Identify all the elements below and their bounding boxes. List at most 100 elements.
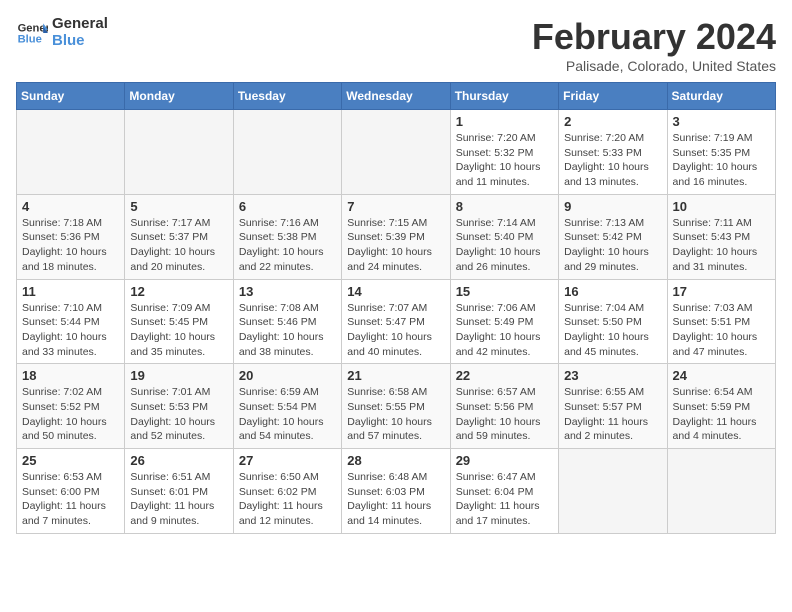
calendar-cell (667, 449, 775, 534)
day-info: Sunrise: 7:11 AM Sunset: 5:43 PM Dayligh… (673, 216, 770, 275)
calendar-cell: 28 Sunrise: 6:48 AM Sunset: 6:03 PM Dayli… (342, 449, 450, 534)
day-number: 23 (564, 368, 661, 383)
calendar-cell: 22 Sunrise: 6:57 AM Sunset: 5:56 PM Dayli… (450, 364, 558, 449)
calendar-cell: 27Sunrise: 6:50 AM Sunset: 6:02 PM Dayli… (233, 449, 341, 534)
calendar-cell: 11 Sunrise: 7:10 AM Sunset: 5:44 PM Dayli… (17, 279, 125, 364)
day-number: 14 (347, 284, 444, 299)
day-info: Sunrise: 6:55 AM Sunset: 5:57 PM Dayligh… (564, 385, 661, 444)
day-info: Sunrise: 6:47 AM Sunset: 6:04 PM Dayligh… (456, 470, 553, 529)
logo-blue: Blue (52, 33, 108, 50)
calendar-cell: 19Sunrise: 7:01 AM Sunset: 5:53 PM Dayli… (125, 364, 233, 449)
day-number: 10 (673, 199, 770, 214)
week-row-5: 25 Sunrise: 6:53 AM Sunset: 6:00 PM Dayli… (17, 449, 776, 534)
calendar-cell: 14 Sunrise: 7:07 AM Sunset: 5:47 PM Dayli… (342, 279, 450, 364)
day-info: Sunrise: 7:01 AM Sunset: 5:53 PM Dayligh… (130, 385, 227, 444)
weekday-header-wednesday: Wednesday (342, 83, 450, 110)
logo: General Blue General Blue (16, 16, 108, 49)
calendar-cell: 3 Sunrise: 7:19 AM Sunset: 5:35 PM Daylig… (667, 110, 775, 195)
day-number: 21 (347, 368, 444, 383)
calendar-cell: 2Sunrise: 7:20 AM Sunset: 5:33 PM Daylig… (559, 110, 667, 195)
day-info: Sunrise: 6:51 AM Sunset: 6:01 PM Dayligh… (130, 470, 227, 529)
calendar-cell: 12Sunrise: 7:09 AM Sunset: 5:45 PM Dayli… (125, 279, 233, 364)
calendar-cell: 4Sunrise: 7:18 AM Sunset: 5:36 PM Daylig… (17, 194, 125, 279)
weekday-header-sunday: Sunday (17, 83, 125, 110)
week-row-3: 11 Sunrise: 7:10 AM Sunset: 5:44 PM Dayli… (17, 279, 776, 364)
day-info: Sunrise: 7:13 AM Sunset: 5:42 PM Dayligh… (564, 216, 661, 275)
day-info: Sunrise: 7:15 AM Sunset: 5:39 PM Dayligh… (347, 216, 444, 275)
day-info: Sunrise: 6:48 AM Sunset: 6:03 PM Dayligh… (347, 470, 444, 529)
calendar-cell: 24 Sunrise: 6:54 AM Sunset: 5:59 PM Dayli… (667, 364, 775, 449)
day-info: Sunrise: 7:20 AM Sunset: 5:32 PM Dayligh… (456, 131, 553, 190)
title-area: February 2024 Palisade, Colorado, United… (532, 16, 776, 74)
day-number: 7 (347, 199, 444, 214)
calendar-cell: 10 Sunrise: 7:11 AM Sunset: 5:43 PM Dayli… (667, 194, 775, 279)
calendar-cell: 5 Sunrise: 7:17 AM Sunset: 5:37 PM Daylig… (125, 194, 233, 279)
day-number: 11 (22, 284, 119, 299)
day-number: 26 (130, 453, 227, 468)
day-info: Sunrise: 7:07 AM Sunset: 5:47 PM Dayligh… (347, 301, 444, 360)
day-info: Sunrise: 7:17 AM Sunset: 5:37 PM Dayligh… (130, 216, 227, 275)
day-info: Sunrise: 7:04 AM Sunset: 5:50 PM Dayligh… (564, 301, 661, 360)
day-number: 1 (456, 114, 553, 129)
day-number: 25 (22, 453, 119, 468)
day-number: 24 (673, 368, 770, 383)
day-number: 18 (22, 368, 119, 383)
day-number: 9 (564, 199, 661, 214)
calendar-cell: 8 Sunrise: 7:14 AM Sunset: 5:40 PM Daylig… (450, 194, 558, 279)
day-info: Sunrise: 6:53 AM Sunset: 6:00 PM Dayligh… (22, 470, 119, 529)
day-info: Sunrise: 7:20 AM Sunset: 5:33 PM Dayligh… (564, 131, 661, 190)
calendar-cell (342, 110, 450, 195)
day-number: 29 (456, 453, 553, 468)
calendar-cell: 25 Sunrise: 6:53 AM Sunset: 6:00 PM Dayli… (17, 449, 125, 534)
day-info: Sunrise: 6:54 AM Sunset: 5:59 PM Dayligh… (673, 385, 770, 444)
day-info: Sunrise: 7:03 AM Sunset: 5:51 PM Dayligh… (673, 301, 770, 360)
day-info: Sunrise: 6:57 AM Sunset: 5:56 PM Dayligh… (456, 385, 553, 444)
day-number: 13 (239, 284, 336, 299)
weekday-header-friday: Friday (559, 83, 667, 110)
calendar-table: SundayMondayTuesdayWednesdayThursdayFrid… (16, 82, 776, 534)
day-number: 15 (456, 284, 553, 299)
day-info: Sunrise: 7:10 AM Sunset: 5:44 PM Dayligh… (22, 301, 119, 360)
calendar-cell: 21 Sunrise: 6:58 AM Sunset: 5:55 PM Dayli… (342, 364, 450, 449)
day-number: 8 (456, 199, 553, 214)
calendar-cell: 13Sunrise: 7:08 AM Sunset: 5:46 PM Dayli… (233, 279, 341, 364)
calendar-cell: 9 Sunrise: 7:13 AM Sunset: 5:42 PM Daylig… (559, 194, 667, 279)
calendar-cell (17, 110, 125, 195)
weekday-header-thursday: Thursday (450, 83, 558, 110)
day-info: Sunrise: 7:02 AM Sunset: 5:52 PM Dayligh… (22, 385, 119, 444)
svg-text:Blue: Blue (18, 33, 42, 45)
day-number: 16 (564, 284, 661, 299)
calendar-cell: 7 Sunrise: 7:15 AM Sunset: 5:39 PM Daylig… (342, 194, 450, 279)
day-info: Sunrise: 6:58 AM Sunset: 5:55 PM Dayligh… (347, 385, 444, 444)
day-number: 17 (673, 284, 770, 299)
day-info: Sunrise: 7:09 AM Sunset: 5:45 PM Dayligh… (130, 301, 227, 360)
day-number: 20 (239, 368, 336, 383)
week-row-2: 4Sunrise: 7:18 AM Sunset: 5:36 PM Daylig… (17, 194, 776, 279)
calendar-cell: 23 Sunrise: 6:55 AM Sunset: 5:57 PM Dayli… (559, 364, 667, 449)
day-info: Sunrise: 7:19 AM Sunset: 5:35 PM Dayligh… (673, 131, 770, 190)
logo-icon: General Blue (16, 17, 48, 49)
day-number: 22 (456, 368, 553, 383)
calendar-cell: 17 Sunrise: 7:03 AM Sunset: 5:51 PM Dayli… (667, 279, 775, 364)
calendar-cell: 6Sunrise: 7:16 AM Sunset: 5:38 PM Daylig… (233, 194, 341, 279)
day-info: Sunrise: 7:16 AM Sunset: 5:38 PM Dayligh… (239, 216, 336, 275)
calendar-cell (233, 110, 341, 195)
day-number: 4 (22, 199, 119, 214)
page-title: February 2024 (532, 16, 776, 58)
calendar-cell: 18 Sunrise: 7:02 AM Sunset: 5:52 PM Dayli… (17, 364, 125, 449)
day-number: 3 (673, 114, 770, 129)
day-number: 27 (239, 453, 336, 468)
day-info: Sunrise: 7:06 AM Sunset: 5:49 PM Dayligh… (456, 301, 553, 360)
calendar-cell: 15 Sunrise: 7:06 AM Sunset: 5:49 PM Dayli… (450, 279, 558, 364)
page-subtitle: Palisade, Colorado, United States (532, 58, 776, 74)
weekday-header-tuesday: Tuesday (233, 83, 341, 110)
day-info: Sunrise: 7:14 AM Sunset: 5:40 PM Dayligh… (456, 216, 553, 275)
calendar-cell (125, 110, 233, 195)
header: General Blue General Blue February 2024 … (16, 16, 776, 74)
day-number: 28 (347, 453, 444, 468)
calendar-cell: 29 Sunrise: 6:47 AM Sunset: 6:04 PM Dayli… (450, 449, 558, 534)
week-row-4: 18 Sunrise: 7:02 AM Sunset: 5:52 PM Dayli… (17, 364, 776, 449)
day-info: Sunrise: 6:59 AM Sunset: 5:54 PM Dayligh… (239, 385, 336, 444)
day-number: 5 (130, 199, 227, 214)
calendar-cell (559, 449, 667, 534)
